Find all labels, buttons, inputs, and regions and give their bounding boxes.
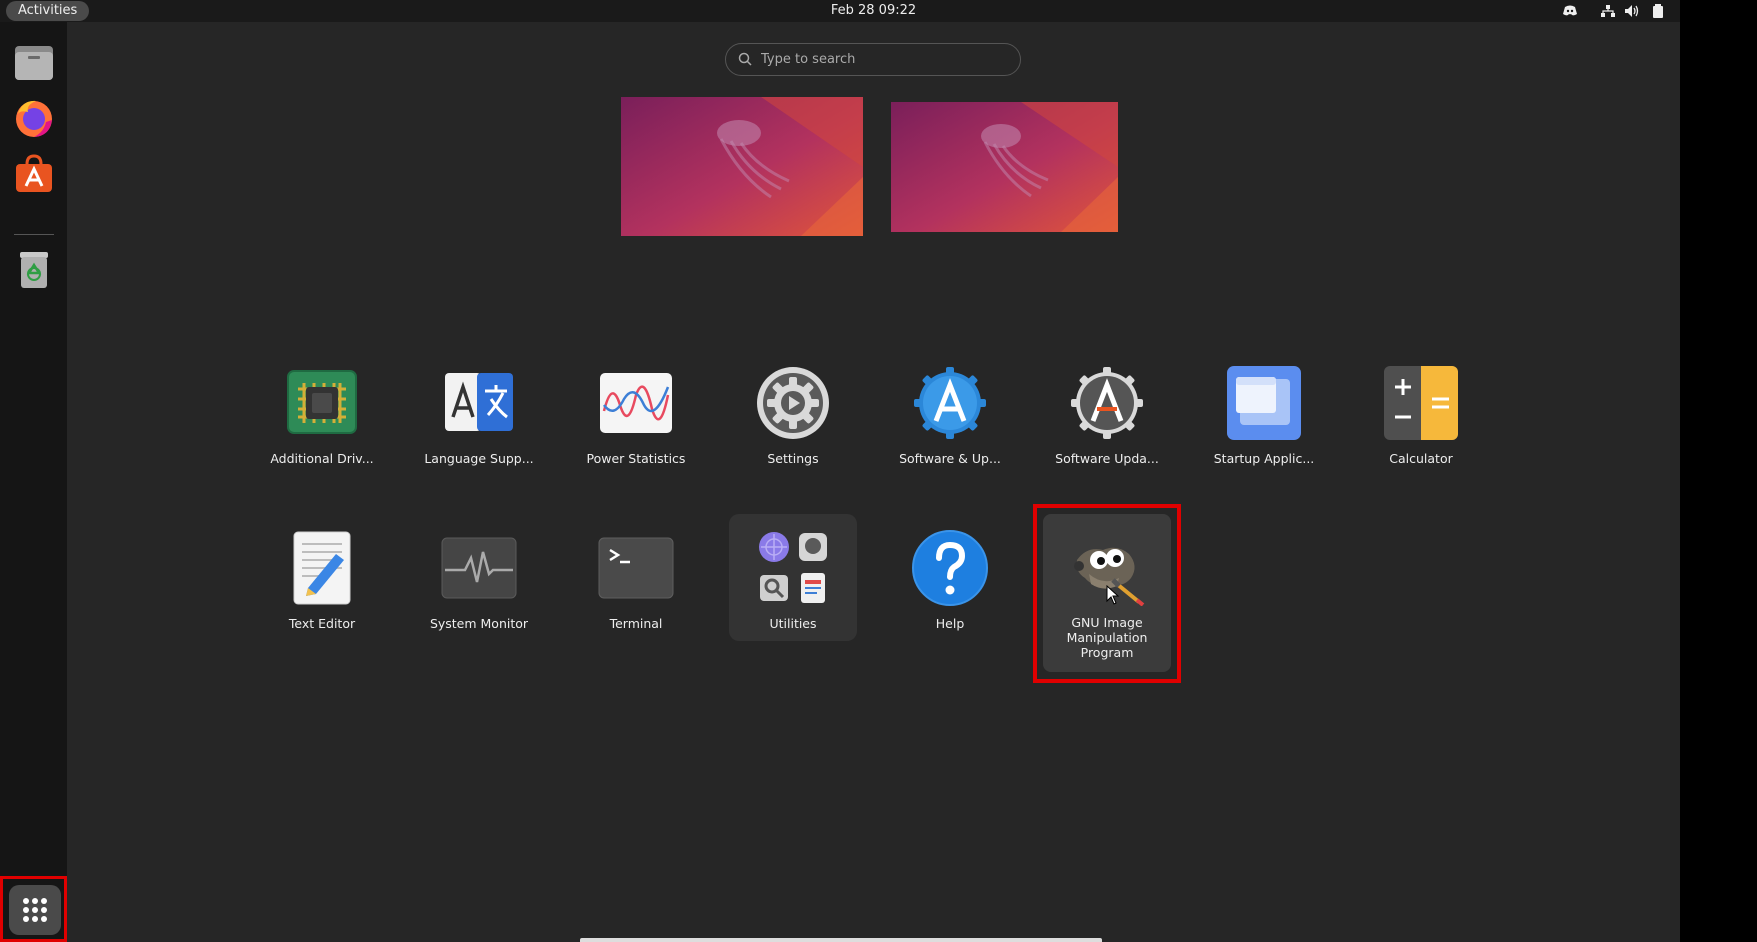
- app-grid-icon: [23, 898, 47, 922]
- app-software-updates[interactable]: Software & Up...: [890, 365, 1010, 466]
- app-text-editor[interactable]: Text Editor: [262, 530, 382, 631]
- app-software-updater[interactable]: Software Upda...: [1047, 365, 1167, 466]
- battery-icon[interactable]: [1650, 4, 1666, 18]
- app-label: Terminal: [609, 616, 663, 631]
- search-box[interactable]: [725, 43, 1021, 76]
- dock-firefox[interactable]: [12, 96, 56, 140]
- language-support-icon: [445, 373, 513, 431]
- top-bar: Activities Feb 28 09:22: [0, 0, 1680, 22]
- dock-separator: [14, 234, 54, 235]
- settings-icon: [757, 367, 829, 439]
- search-icon: [738, 52, 752, 66]
- system-monitor-icon: [441, 537, 517, 599]
- app-language-support[interactable]: Language Supp...: [419, 365, 539, 466]
- software-updates-icon: [914, 367, 986, 439]
- dock-files[interactable]: [12, 40, 56, 84]
- app-label: Utilities: [769, 616, 817, 631]
- app-utilities-folder[interactable]: Utilities: [733, 530, 853, 631]
- app-help[interactable]: Help: [890, 530, 1010, 631]
- workspace-thumbnail-2[interactable]: [891, 102, 1118, 232]
- text-editor-icon: [293, 531, 351, 605]
- additional-drivers-icon: [287, 370, 357, 434]
- app-label: Software & Up...: [899, 451, 1001, 466]
- trash-icon: [20, 252, 48, 288]
- startup-applications-icon: [1227, 366, 1301, 440]
- app-label: Settings: [767, 451, 819, 466]
- page-indicator: [580, 938, 1102, 942]
- network-icon[interactable]: [1600, 4, 1616, 18]
- app-label: System Monitor: [429, 616, 529, 631]
- dock-trash[interactable]: [12, 248, 56, 292]
- app-label: Calculator: [1389, 451, 1453, 466]
- app-terminal[interactable]: Terminal: [576, 530, 696, 631]
- discord-icon[interactable]: [1562, 4, 1578, 18]
- workspace-thumbnail-1[interactable]: [621, 97, 863, 236]
- app-startup-applications[interactable]: Startup Applic...: [1204, 365, 1324, 466]
- app-additional-drivers[interactable]: Additional Driv...: [262, 365, 382, 466]
- app-label: Startup Applic...: [1213, 451, 1315, 466]
- show-applications-button[interactable]: [0, 876, 67, 942]
- wallpaper-jellyfish-image: [891, 102, 1118, 232]
- overview: Activities Feb 28 09:22 Type to search A…: [0, 0, 1680, 942]
- clock[interactable]: Feb 28 09:22: [0, 0, 1680, 22]
- files-icon: [15, 46, 53, 80]
- app-label: Text Editor: [288, 616, 356, 631]
- dock-ubuntu-software[interactable]: [12, 152, 56, 196]
- app-label: Help: [935, 616, 965, 631]
- app-label: Power Statistics: [586, 451, 686, 466]
- wallpaper-jellyfish-image: [621, 97, 863, 236]
- help-icon: [912, 530, 988, 606]
- highlight-box: [1033, 504, 1181, 683]
- calculator-icon: [1384, 366, 1458, 440]
- software-updater-icon: [1071, 367, 1143, 439]
- app-calculator[interactable]: Calculator: [1361, 365, 1481, 466]
- app-power-statistics[interactable]: Power Statistics: [576, 365, 696, 466]
- terminal-icon: [598, 537, 674, 599]
- volume-icon[interactable]: [1624, 4, 1640, 18]
- dock: [0, 22, 67, 942]
- ubuntu-software-icon: [16, 154, 52, 192]
- app-settings[interactable]: Settings: [733, 365, 853, 466]
- firefox-icon: [16, 100, 52, 137]
- app-label: Software Upda...: [1055, 451, 1159, 466]
- app-label: Language Supp...: [424, 451, 534, 466]
- app-label: Additional Driv...: [270, 451, 374, 466]
- power-statistics-icon: [600, 373, 672, 433]
- search-input[interactable]: [761, 44, 1011, 75]
- utilities-folder-icon: [759, 532, 827, 603]
- app-system-monitor[interactable]: System Monitor: [419, 530, 539, 631]
